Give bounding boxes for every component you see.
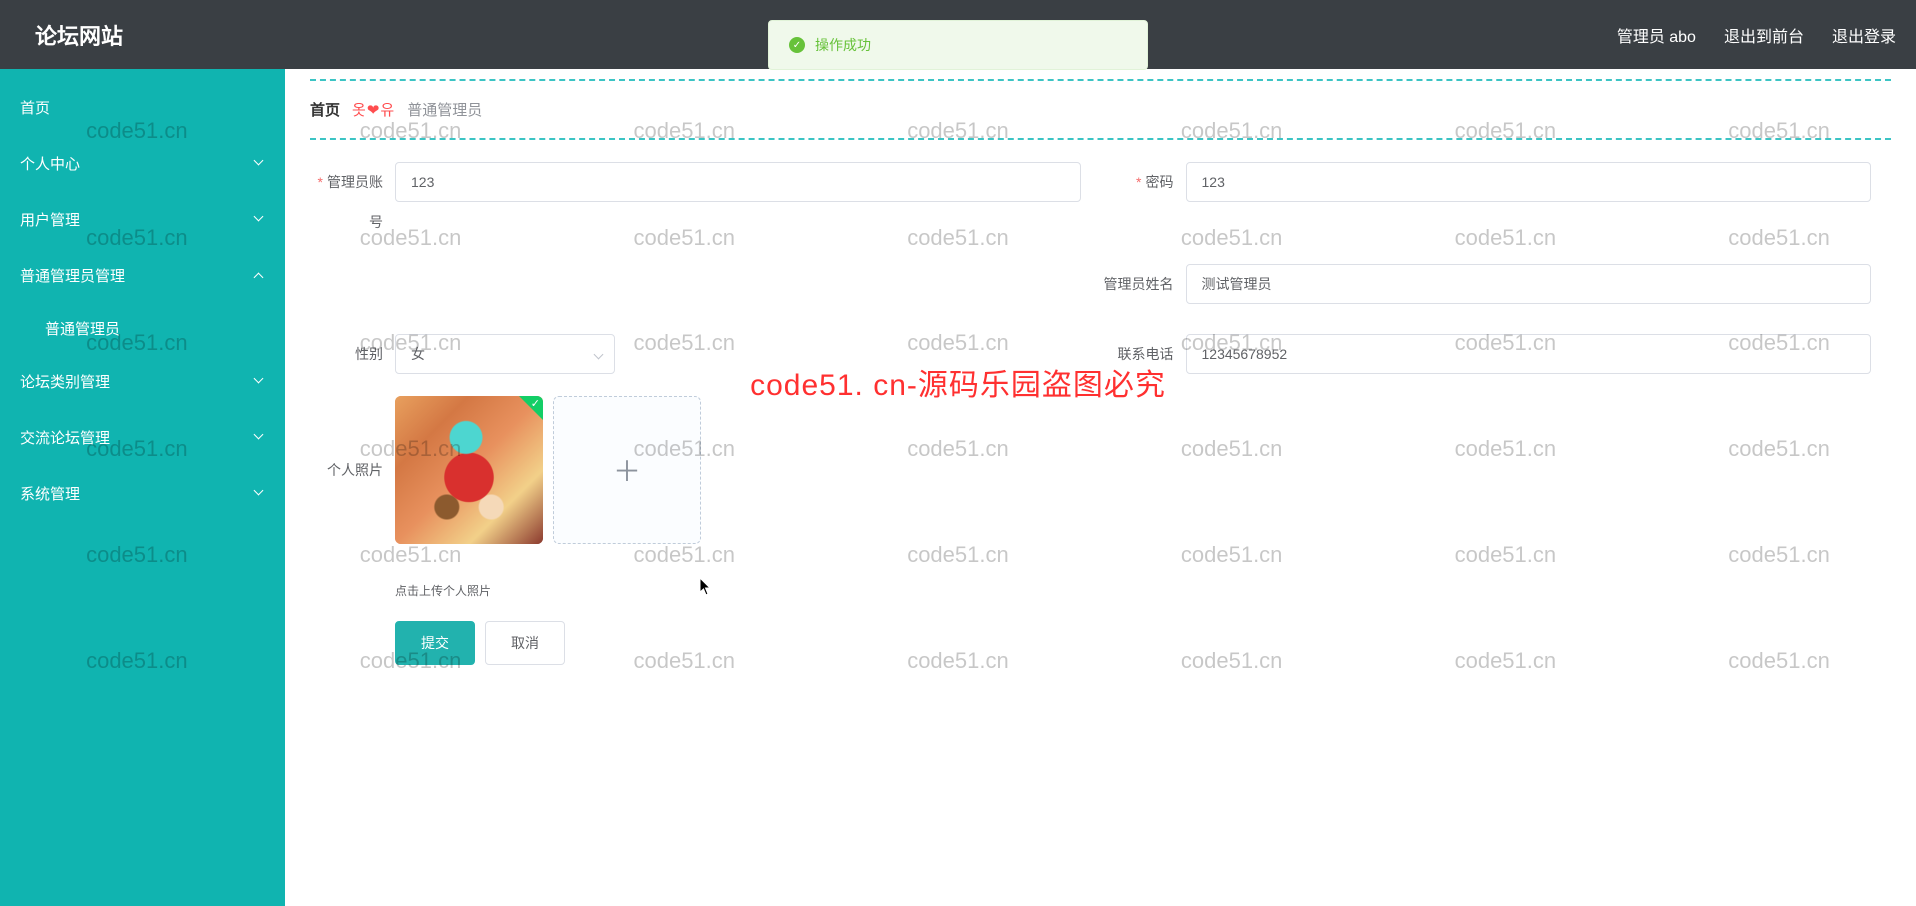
- form-item-password: 密码: [1101, 162, 1892, 242]
- admin-form: 管理员账号 密码 管理员姓名 性别: [310, 140, 1891, 665]
- chevron-down-icon: [253, 487, 265, 499]
- sidebar-item-personal[interactable]: 个人中心: [0, 135, 285, 191]
- upload-add-button[interactable]: ＋: [553, 396, 701, 544]
- label-password: 密码: [1101, 162, 1186, 202]
- site-title: 论坛网站: [35, 19, 123, 51]
- sidebar-item-admin-mgmt[interactable]: 普通管理员管理: [0, 247, 285, 303]
- logout-link[interactable]: 退出登录: [1832, 23, 1896, 47]
- sidebar-item-user-mgmt[interactable]: 用户管理: [0, 191, 285, 247]
- sidebar-subitem-admin[interactable]: 普通管理员: [0, 303, 285, 353]
- gender-select-value: 女: [411, 344, 425, 364]
- form-item-phone: 联系电话: [1101, 334, 1892, 374]
- form-item-photo: 个人照片 ✓ ＋ 点击上传个人照片: [310, 396, 1891, 599]
- chevron-down-icon: [253, 157, 265, 169]
- upload-tip: 点击上传个人照片: [395, 582, 1871, 599]
- account-input[interactable]: [395, 162, 1081, 202]
- uploaded-image-thumb[interactable]: ✓: [395, 396, 543, 544]
- sidebar-item-label: 论坛类别管理: [20, 371, 110, 392]
- password-input[interactable]: [1186, 162, 1872, 202]
- label-account: 管理员账号: [310, 162, 395, 242]
- success-check-icon: ✓: [789, 37, 805, 53]
- admin-user-label[interactable]: 管理员 abo: [1617, 23, 1696, 47]
- form-item-account: 管理员账号: [310, 162, 1101, 242]
- plus-icon: ＋: [613, 450, 641, 490]
- sidebar-item-home[interactable]: 首页: [0, 79, 285, 135]
- main-content: 首页 옷❤유 普通管理员 管理员账号 密码 管理员姓名: [285, 69, 1916, 906]
- sidebar-nav: 首页 个人中心 用户管理 普通管理员管理 普通管理员 论坛类别管理 交流论坛管理…: [0, 69, 285, 906]
- breadcrumb-home[interactable]: 首页: [310, 99, 340, 120]
- form-item-empty: [310, 264, 1101, 304]
- chevron-down-icon: [253, 431, 265, 443]
- form-actions: 提交 取消: [310, 621, 1891, 665]
- sidebar-item-label: 系统管理: [20, 483, 80, 504]
- sidebar-item-forum-category[interactable]: 论坛类别管理: [0, 353, 285, 409]
- sidebar-item-label: 普通管理员管理: [20, 265, 125, 286]
- chevron-down-icon: [253, 213, 265, 225]
- breadcrumb-separator-icon: 옷❤유: [352, 99, 395, 120]
- sidebar-item-label: 首页: [20, 97, 50, 118]
- sidebar-item-label: 交流论坛管理: [20, 427, 110, 448]
- goto-frontend-link[interactable]: 退出到前台: [1724, 23, 1804, 47]
- toast-message: 操作成功: [815, 35, 871, 55]
- success-toast: ✓ 操作成功: [768, 20, 1148, 70]
- avatar-image: [395, 396, 543, 544]
- chevron-down-icon: [253, 375, 265, 387]
- header-right: 管理员 abo 退出到前台 退出登录: [1617, 23, 1896, 47]
- cancel-button[interactable]: 取消: [485, 621, 565, 665]
- submit-button[interactable]: 提交: [395, 621, 475, 665]
- sidebar-item-label: 个人中心: [20, 153, 80, 174]
- sidebar-item-forum-exchange[interactable]: 交流论坛管理: [0, 409, 285, 465]
- form-item-name: 管理员姓名: [1101, 264, 1892, 304]
- sidebar-item-label: 普通管理员: [45, 318, 120, 339]
- label-name: 管理员姓名: [1101, 264, 1186, 304]
- sidebar-item-label: 用户管理: [20, 209, 80, 230]
- breadcrumb: 首页 옷❤유 普通管理员: [310, 79, 1891, 140]
- name-input[interactable]: [1186, 264, 1872, 304]
- form-item-gender: 性别 女: [310, 334, 1101, 374]
- phone-input[interactable]: [1186, 334, 1872, 374]
- upload-area: ✓ ＋: [395, 396, 1871, 544]
- gender-select[interactable]: 女: [395, 334, 615, 374]
- breadcrumb-current: 普通管理员: [407, 99, 482, 120]
- sidebar-item-system[interactable]: 系统管理: [0, 465, 285, 521]
- label-gender: 性别: [310, 334, 395, 374]
- label-photo: 个人照片: [310, 396, 395, 544]
- check-icon: ✓: [531, 397, 540, 410]
- label-phone: 联系电话: [1101, 334, 1186, 374]
- chevron-up-icon: [253, 269, 265, 281]
